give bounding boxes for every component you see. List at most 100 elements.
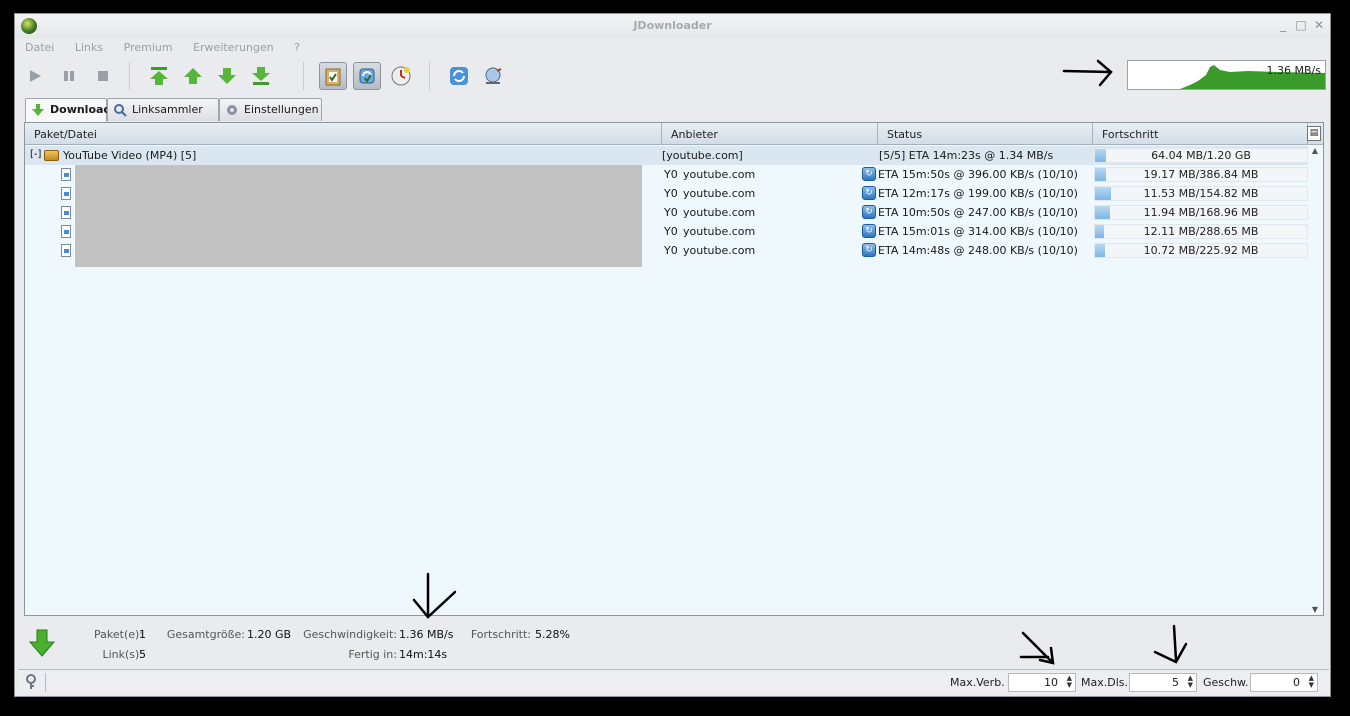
speed-limit-spinner[interactable]: 0 ▲ ▼ bbox=[1250, 673, 1318, 692]
max-downloads-spinner[interactable]: 5 ▲ ▼ bbox=[1129, 673, 1197, 692]
column-settings-icon[interactable]: ▤ bbox=[1307, 126, 1321, 141]
vertical-scrollbar[interactable]: ▲ ▼ bbox=[1307, 146, 1323, 615]
annotation-arrow-down-downloads bbox=[1153, 624, 1188, 664]
download-arrow-icon bbox=[29, 629, 55, 657]
app-window: JDownloader _ □ ✕ Datei Links Premium Er… bbox=[14, 13, 1331, 697]
package-status: [5/5] ETA 14m:23s @ 1.34 MB/s bbox=[879, 149, 1054, 162]
collapse-icon[interactable]: [-] bbox=[30, 150, 41, 161]
move-top-icon bbox=[150, 67, 168, 85]
redacted-filenames bbox=[75, 165, 642, 267]
toolbar-separator bbox=[129, 62, 130, 90]
table-header: Paket/Datei Anbieter Status Fortschritt … bbox=[25, 123, 1323, 145]
clock-icon bbox=[391, 66, 411, 86]
max-connections-spinner[interactable]: 10 ▲ ▼ bbox=[1008, 673, 1076, 692]
package-row[interactable]: [-] YouTube Video (MP4) [5] [youtube.com… bbox=[25, 146, 1308, 165]
reconnect-now-button[interactable] bbox=[445, 62, 473, 90]
pause-icon bbox=[64, 71, 74, 81]
downloading-icon: ↻ bbox=[862, 167, 876, 181]
close-icon[interactable]: ✕ bbox=[1312, 18, 1326, 32]
file-host: youtube.com bbox=[683, 168, 756, 181]
file-host-prefix: Y0 bbox=[664, 225, 678, 238]
progress-text: 11.94 MB/168.96 MB bbox=[1143, 206, 1259, 219]
max-downloads-value: 5 bbox=[1172, 676, 1179, 689]
move-top-button[interactable] bbox=[145, 62, 173, 90]
move-down-button[interactable] bbox=[213, 62, 241, 90]
maximize-icon[interactable]: □ bbox=[1294, 18, 1308, 32]
download-arrow-icon bbox=[32, 104, 44, 116]
start-button[interactable] bbox=[21, 62, 49, 90]
menu-help[interactable]: ? bbox=[294, 41, 300, 54]
scheduler-button[interactable] bbox=[387, 62, 415, 90]
package-host: [youtube.com] bbox=[662, 149, 743, 162]
move-up-button[interactable] bbox=[179, 62, 207, 90]
file-progress-bar: 10.72 MB/225.92 MB bbox=[1094, 243, 1308, 258]
package-name: YouTube Video (MP4) [5] bbox=[63, 149, 197, 162]
spinner-arrows-icon[interactable]: ▲ ▼ bbox=[1309, 675, 1314, 689]
menu-links[interactable]: Links bbox=[75, 41, 103, 54]
speed-graph-label: 1.36 MB/s bbox=[1266, 64, 1321, 77]
title-bar: JDownloader _ □ ✕ bbox=[15, 14, 1330, 38]
downloading-icon: ↻ bbox=[862, 243, 876, 257]
file-status: ETA 15m:01s @ 314.00 KB/s (10/10) bbox=[878, 225, 1078, 238]
progress-label: Fortschritt: bbox=[470, 628, 531, 641]
packages-label: Paket(e): bbox=[94, 628, 143, 641]
column-header-paket[interactable]: Paket/Datei bbox=[25, 123, 662, 145]
file-host: youtube.com bbox=[683, 206, 756, 219]
speed-graph: 1.36 MB/s bbox=[1127, 60, 1326, 90]
gear-icon bbox=[227, 105, 237, 115]
progress-text: 64.04 MB/1.20 GB bbox=[1151, 149, 1251, 162]
file-icon bbox=[61, 206, 71, 219]
column-header-status[interactable]: Status bbox=[878, 123, 1093, 145]
file-progress-bar: 11.53 MB/154.82 MB bbox=[1094, 186, 1308, 201]
file-host-prefix: Y0 bbox=[664, 244, 678, 257]
max-connections-value: 10 bbox=[1044, 676, 1058, 689]
clipboard-icon bbox=[325, 68, 341, 86]
menu-premium[interactable]: Premium bbox=[124, 41, 173, 54]
column-header-anbieter[interactable]: Anbieter bbox=[662, 123, 878, 145]
window-title: JDownloader bbox=[633, 19, 712, 32]
progress-text: 11.53 MB/154.82 MB bbox=[1143, 187, 1259, 200]
package-icon bbox=[44, 150, 59, 161]
toolbar-separator bbox=[429, 62, 430, 90]
progress-value: 5.28% bbox=[535, 628, 570, 641]
tab-einstellungen-label: Einstellungen bbox=[244, 103, 319, 116]
finished-in-label: Fertig in: bbox=[348, 648, 397, 661]
update-button[interactable] bbox=[479, 62, 507, 90]
menu-erweiterungen[interactable]: Erweiterungen bbox=[193, 41, 274, 54]
premium-key-icon[interactable] bbox=[24, 674, 38, 690]
annotation-arrow-down-speed bbox=[412, 572, 457, 619]
tab-download[interactable]: Download bbox=[25, 98, 111, 122]
toolbar bbox=[19, 60, 1079, 92]
file-host: youtube.com bbox=[683, 225, 756, 238]
scroll-up-icon[interactable]: ▲ bbox=[1309, 146, 1321, 156]
file-status: ETA 10m:50s @ 247.00 KB/s (10/10) bbox=[878, 206, 1078, 219]
menu-datei[interactable]: Datei bbox=[25, 41, 54, 54]
downloading-icon: ↻ bbox=[862, 186, 876, 200]
tab-download-label: Download bbox=[50, 103, 112, 116]
move-bottom-button[interactable] bbox=[247, 62, 275, 90]
column-header-fortschritt[interactable]: Fortschritt bbox=[1093, 123, 1308, 145]
file-progress-bar: 11.94 MB/168.96 MB bbox=[1094, 205, 1308, 220]
tab-linksammler[interactable]: Linksammler bbox=[107, 98, 219, 121]
progress-text: 19.17 MB/386.84 MB bbox=[1143, 168, 1259, 181]
file-status: ETA 12m:17s @ 199.00 KB/s (10/10) bbox=[878, 187, 1078, 200]
stop-button[interactable] bbox=[89, 62, 117, 90]
progress-text: 12.11 MB/288.65 MB bbox=[1143, 225, 1259, 238]
file-icon bbox=[61, 244, 71, 257]
scroll-down-icon[interactable]: ▼ bbox=[1309, 605, 1321, 615]
spinner-arrows-icon[interactable]: ▲ ▼ bbox=[1067, 675, 1072, 689]
clipboard-toggle-button[interactable] bbox=[319, 62, 347, 90]
tab-einstellungen[interactable]: Einstellungen bbox=[219, 98, 322, 121]
spinner-arrows-icon[interactable]: ▲ ▼ bbox=[1188, 675, 1193, 689]
menu-bar: Datei Links Premium Erweiterungen ? bbox=[25, 41, 317, 57]
file-host-prefix: Y0 bbox=[664, 206, 678, 219]
update-icon bbox=[485, 67, 502, 84]
speed-label: Geschwindigkeit: bbox=[303, 628, 397, 641]
reconnect-icon bbox=[359, 68, 375, 84]
play-icon bbox=[30, 70, 41, 82]
minimize-icon[interactable]: _ bbox=[1276, 18, 1290, 32]
downloading-icon: ↻ bbox=[862, 205, 876, 219]
reconnect-toggle-button[interactable] bbox=[353, 62, 381, 90]
pause-button[interactable] bbox=[55, 62, 83, 90]
finished-in-value: 14m:14s bbox=[399, 648, 448, 661]
